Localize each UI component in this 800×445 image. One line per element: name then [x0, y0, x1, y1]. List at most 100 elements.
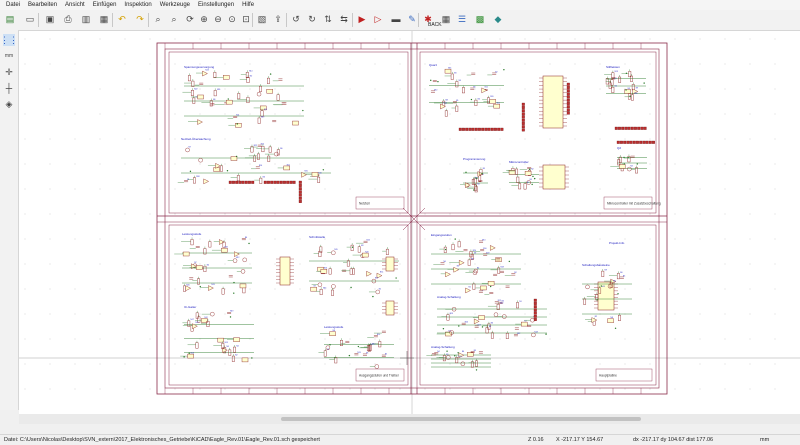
- menu-einfügen[interactable]: Einfügen: [93, 2, 117, 8]
- annotate-icon[interactable]: ✎: [406, 13, 418, 25]
- plot-icon[interactable]: ▥: [80, 13, 92, 25]
- netlist-icon[interactable]: ▬: [390, 13, 402, 25]
- hierarchy-icon[interactable]: ▧: [256, 13, 268, 25]
- grid-dot: [674, 238, 676, 240]
- grid-dot: [724, 388, 726, 390]
- schematic-canvas[interactable]: Netzteil Mikrocontroller mit Zusatzbescha…: [19, 31, 800, 414]
- python-icon[interactable]: ◆: [492, 13, 504, 25]
- junction-dot: [473, 189, 475, 191]
- menu-bearbeiten[interactable]: Bearbeiten: [28, 2, 57, 8]
- junction-dot: [458, 325, 460, 327]
- menu-werkzeuge[interactable]: Werkzeuge: [160, 2, 190, 8]
- resistor-symbol: [352, 268, 355, 275]
- schematic-drawing[interactable]: Netzteil Mikrocontroller mit Zusatzbescha…: [19, 31, 800, 414]
- scrollbar-thumb[interactable]: [281, 417, 641, 421]
- grid-dot: [24, 138, 26, 140]
- menu-inspektion[interactable]: Inspektion: [124, 2, 151, 8]
- symbol-browser-icon[interactable]: ▷: [372, 13, 384, 25]
- menu-bar: Datei Bearbeiten Ansicht Einfügen Inspektion…: [0, 0, 800, 10]
- grid-dot: [99, 88, 101, 90]
- rotate-cw-icon[interactable]: ↻: [306, 13, 318, 25]
- resistor-symbol: [462, 87, 465, 94]
- resistor-symbol: [583, 298, 587, 305]
- menu-hilfe[interactable]: Hilfe: [242, 2, 254, 8]
- grid-dot: [24, 288, 26, 290]
- zoom-out-icon[interactable]: ⊖: [212, 13, 224, 25]
- ic-symbol: [266, 89, 273, 94]
- junction-dot: [481, 326, 484, 328]
- leave-sheet-icon[interactable]: ⇪: [272, 13, 284, 25]
- redo-icon[interactable]: ↷: [134, 13, 146, 25]
- connector-pin: [238, 180, 242, 184]
- connector-pin: [614, 126, 618, 130]
- junction-dot: [596, 299, 598, 301]
- grid-dot: [724, 138, 726, 140]
- grid-icon[interactable]: ⋮⋮: [0, 34, 18, 46]
- resistor-symbol: [601, 270, 605, 277]
- save-icon[interactable]: ▣: [44, 13, 56, 25]
- grid-dot: [724, 238, 726, 240]
- menu-einstellungen[interactable]: Einstellungen: [198, 2, 234, 8]
- find-replace-icon[interactable]: ⌕: [168, 13, 180, 25]
- mirror-v-icon[interactable]: ⇅: [322, 13, 334, 25]
- resistor-symbol: [257, 153, 260, 160]
- grid-dot: [349, 163, 351, 165]
- grid-dot: [749, 38, 751, 40]
- horizontal-scrollbar[interactable]: [19, 414, 800, 424]
- grid-dot: [674, 38, 676, 40]
- status-bar: Datei: C:\Users\Nicolas\Desktop\SVN_exte…: [0, 434, 800, 445]
- wire-angle-icon[interactable]: ◈: [3, 98, 15, 110]
- grid-dot: [674, 213, 676, 215]
- zoom-fit-icon[interactable]: ⊙: [226, 13, 238, 25]
- grid-dot: [224, 313, 226, 315]
- pcb-icon[interactable]: ▩: [474, 13, 486, 25]
- grid-dot: [374, 338, 376, 340]
- find-icon[interactable]: ⌕: [152, 13, 164, 25]
- symbol-editor-icon[interactable]: ▶: [356, 13, 368, 25]
- back-button[interactable]: BACK: [428, 22, 442, 28]
- rotate-ccw-icon[interactable]: ↺: [290, 13, 302, 25]
- net-label: N22: [254, 145, 257, 147]
- mirror-h-icon[interactable]: ⇆: [338, 13, 350, 25]
- menu-ansicht[interactable]: Ansicht: [65, 2, 85, 8]
- refresh-icon[interactable]: ⟳: [184, 13, 196, 25]
- zoom-in-icon[interactable]: ⊕: [198, 13, 210, 25]
- resistor-symbol: [455, 357, 459, 364]
- connector-pin: [468, 127, 472, 131]
- hidden-pins-icon[interactable]: ┼: [3, 82, 15, 94]
- grid-dot: [524, 263, 526, 265]
- zoom-selection-icon[interactable]: ⊡: [240, 13, 252, 25]
- open-icon[interactable]: ▭: [24, 13, 36, 25]
- grid-dot: [449, 163, 451, 165]
- grid-dot: [624, 188, 626, 190]
- subsheet-frame-tl: [168, 51, 409, 214]
- grid-dot: [474, 38, 476, 40]
- paste-icon[interactable]: ▦: [98, 13, 110, 25]
- opamp-symbol: [453, 266, 460, 273]
- grid-dot: [24, 238, 26, 240]
- print-icon[interactable]: ⎙: [62, 13, 74, 25]
- bom-icon[interactable]: ☰: [456, 13, 468, 25]
- grid-dot: [599, 113, 601, 115]
- left-toolbar: ⋮⋮ mm ✛ ┼ ◈: [0, 30, 19, 410]
- cursor-icon[interactable]: ✛: [3, 66, 15, 78]
- menu-datei[interactable]: Datei: [6, 2, 20, 8]
- new-sheet-icon[interactable]: ▤: [4, 13, 16, 25]
- grid-dot: [549, 213, 551, 215]
- grid-dot: [174, 263, 176, 265]
- net-label: N14: [377, 334, 380, 336]
- grid-dot: [324, 163, 326, 165]
- grid-dot: [724, 313, 726, 315]
- net-label: N3: [457, 266, 459, 268]
- grid-dot: [149, 213, 151, 215]
- ic-symbol: [221, 247, 228, 253]
- grid-dot: [74, 213, 76, 215]
- units-icon[interactable]: mm: [3, 50, 15, 62]
- connector-pin: [566, 92, 570, 96]
- grid-dot: [774, 188, 776, 190]
- resistor-symbol: [497, 267, 501, 274]
- undo-icon[interactable]: ↶: [116, 13, 128, 25]
- net-label: N0: [250, 76, 252, 78]
- connector-pin: [648, 140, 652, 144]
- net-label: N10: [500, 303, 503, 305]
